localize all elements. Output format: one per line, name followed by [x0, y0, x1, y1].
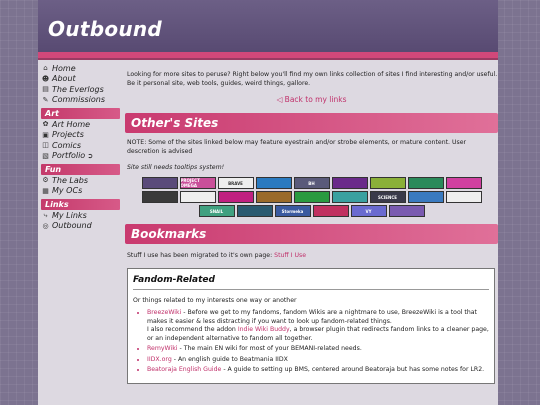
site-button-88x31[interactable] — [388, 205, 425, 217]
edit-icon: ✎ — [42, 95, 49, 104]
site-button-88x31[interactable] — [445, 191, 482, 203]
nav-group-main: ⌂ Home ☻ About ▤ The Everlogs ✎ Commissions — [41, 63, 120, 105]
site-button-88x31[interactable] — [407, 177, 444, 189]
list-item: BreezeWiki - Before we get to my fandoms… — [147, 309, 489, 343]
site-button-88x31[interactable] — [331, 177, 368, 189]
back-arrow-icon: ◁ — [276, 95, 285, 104]
site-button-88x31[interactable] — [293, 191, 330, 203]
others-sites-heading: Other's Sites — [125, 113, 498, 133]
header-accent-bar-dark — [38, 58, 498, 60]
site-button-88x31[interactable] — [312, 205, 349, 217]
site-button-88x31[interactable]: SNAIL — [198, 205, 235, 217]
fandom-list: BreezeWiki - Before we get to my fandoms… — [133, 309, 489, 375]
site-button-88x31[interactable] — [407, 191, 444, 203]
nav-everlogs[interactable]: ▤ The Everlogs — [41, 84, 120, 95]
nav-portfolio[interactable]: ▧ Portfolio ➲ — [41, 151, 120, 162]
indie-wiki-buddy-link[interactable]: Indie Wiki Buddy — [238, 326, 290, 333]
site-button-88x31[interactable] — [369, 177, 406, 189]
document-icon: ▤ — [42, 85, 49, 94]
site-buttons-grid: PROJECT OMEGA BRAVE BH SCIENCE SNAIL Stormeka… — [125, 177, 498, 217]
nav-heading-fun: Fun — [41, 164, 120, 175]
person-icon: ☻ — [41, 74, 50, 83]
share-icon: ⤷ — [43, 210, 48, 219]
site-button-88x31[interactable] — [255, 191, 292, 203]
site-button-88x31[interactable]: PROJECT OMEGA — [179, 177, 216, 189]
portfolio-icon: ▧ — [42, 151, 49, 160]
list-item: Beatoraja English Guide - A guide to set… — [147, 366, 489, 375]
site-button-88x31[interactable]: BRAVE — [217, 177, 254, 189]
home-icon: ⌂ — [43, 64, 48, 73]
nav-my-links[interactable]: ⤷ My Links — [41, 210, 120, 221]
nav-home[interactable]: ⌂ Home — [41, 63, 120, 74]
site-header: Outbound — [38, 0, 498, 52]
nav-about[interactable]: ☻ About — [41, 74, 120, 85]
fandom-box: Fandom-Related Or things related to my i… — [127, 268, 495, 384]
beatoraja-guide-link[interactable]: Beatoraja English Guide — [147, 366, 221, 373]
id-card-icon: ▦ — [42, 186, 49, 195]
list-item: IIDX.org - An english guide to Beatmania… — [147, 356, 489, 365]
site-button-88x31[interactable] — [217, 191, 254, 203]
site-button-88x31[interactable] — [331, 191, 368, 203]
nav-projects[interactable]: ▣ Projects — [41, 130, 120, 141]
list-item: RemyWiki - The main EN wiki for most of … — [147, 345, 489, 354]
nav-art-home[interactable]: ✿ Art Home — [41, 119, 120, 130]
nav-heading-links: Links — [41, 199, 120, 210]
site-button-88x31[interactable] — [141, 191, 178, 203]
warning-note: NOTE: Some of the sites linked below may… — [127, 139, 467, 155]
nav-comics[interactable]: ◫ Comics — [41, 140, 120, 151]
nav-outbound[interactable]: ◎ Outbound — [41, 221, 120, 232]
site-button-88x31[interactable]: VY — [350, 205, 387, 217]
nav-my-ocs[interactable]: ▦ My OCs — [41, 186, 120, 197]
tooltip-note: Site still needs tooltips system! — [127, 164, 225, 171]
palette-icon: ✿ — [42, 120, 49, 129]
remywiki-link[interactable]: RemyWiki — [147, 345, 178, 352]
intro-text: Looking for more sites to peruse? Right … — [127, 71, 498, 87]
back-to-links-link[interactable]: ◁ Back to my links — [125, 95, 498, 104]
iidx-org-link[interactable]: IIDX.org — [147, 356, 172, 363]
site-button-88x31[interactable]: SCIENCE — [369, 191, 406, 203]
site-button-88x31[interactable] — [141, 177, 178, 189]
book-icon: ◫ — [42, 141, 49, 150]
nav-heading-art: Art — [41, 108, 120, 119]
stuff-i-use-link[interactable]: Stuff I Use — [274, 252, 306, 259]
site-button-88x31[interactable] — [445, 177, 482, 189]
image-icon: ▣ — [42, 130, 49, 139]
nav-commissions[interactable]: ✎ Commissions — [41, 95, 120, 106]
site-button-88x31[interactable] — [236, 205, 273, 217]
lab-icon: ⚙ — [42, 176, 49, 185]
globe-icon: ◎ — [42, 221, 49, 230]
site-button-88x31[interactable] — [179, 191, 216, 203]
bookmarks-heading: Bookmarks — [125, 224, 498, 244]
site-button-88x31[interactable]: Stormeka — [274, 205, 311, 217]
site-title[interactable]: Outbound — [48, 17, 162, 41]
external-link-icon: ➲ — [87, 151, 94, 160]
stuff-note: Stuff I use has been migrated to it's ow… — [127, 252, 307, 259]
sidebar: ⌂ Home ☻ About ▤ The Everlogs ✎ Commissions … — [41, 63, 120, 231]
nav-the-labs[interactable]: ⚙ The Labs — [41, 175, 120, 186]
site-button-88x31[interactable]: BH — [293, 177, 330, 189]
fandom-heading: Fandom-Related — [133, 275, 489, 290]
site-button-88x31[interactable] — [255, 177, 292, 189]
breezewiki-link[interactable]: BreezeWiki — [147, 309, 181, 316]
fandom-subtitle: Or things related to my interests one wa… — [133, 297, 297, 304]
main-content: Looking for more sites to peruse? Right … — [125, 63, 498, 405]
